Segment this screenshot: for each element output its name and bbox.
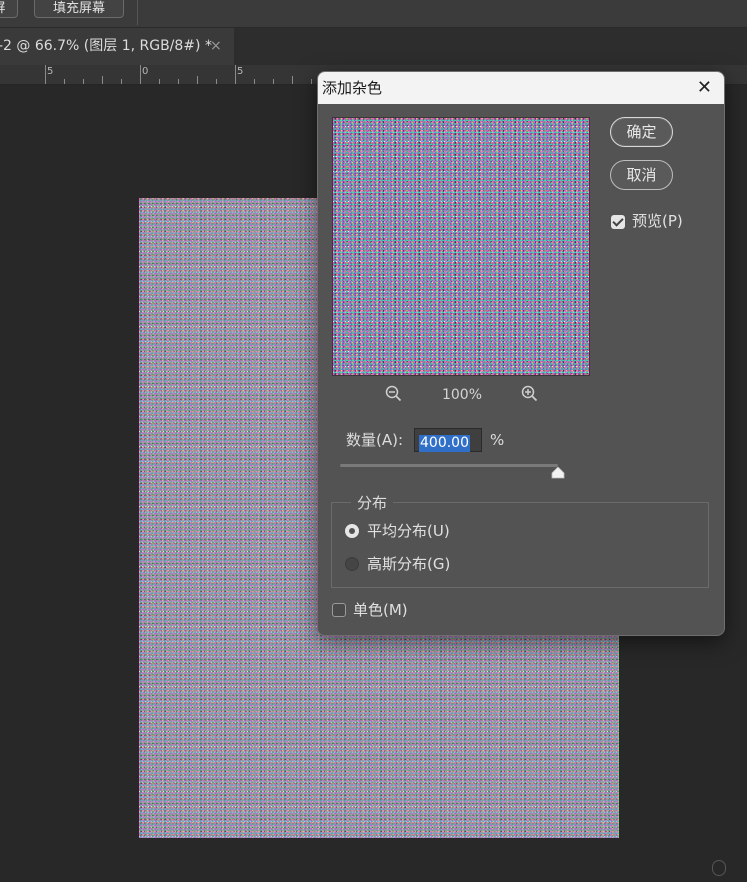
ruler-label: 5	[237, 66, 244, 77]
amount-label: 数量(A):	[346, 431, 404, 449]
ruler-tick	[102, 76, 103, 84]
gaussian-radio-label[interactable]: 高斯分布(G)	[367, 553, 450, 574]
toolbar-button-partial[interactable]: 屏	[0, 0, 18, 18]
monochromatic-checkbox[interactable]	[332, 603, 346, 617]
ruler-tick	[273, 79, 274, 84]
amount-input[interactable]: 400.00	[414, 428, 482, 452]
ruler-tick	[292, 76, 293, 84]
ruler-label: 5	[47, 66, 54, 77]
amount-unit: %	[490, 431, 505, 449]
ruler-tick	[45, 65, 46, 84]
dialog-close-icon[interactable]: ✕	[697, 72, 712, 104]
zoom-level: 100%	[441, 387, 483, 403]
uniform-radio[interactable]	[345, 524, 359, 538]
ruler-tick	[159, 79, 160, 84]
zoom-out-icon[interactable]	[384, 384, 404, 404]
options-bar-divider	[137, 0, 138, 25]
ruler-tick	[140, 65, 141, 84]
preview-zoom-controls: 100%	[332, 382, 590, 408]
dialog-titlebar[interactable]: 添加杂色 ✕	[318, 72, 724, 104]
document-tab-bar: -2 @ 66.7% (图层 1, RGB/8#) * ×	[0, 28, 747, 65]
ruler-tick	[254, 79, 255, 84]
preview-checkbox-label[interactable]: 预览(P)	[632, 210, 683, 231]
watermark-logo: ​	[712, 860, 726, 876]
options-bar: 屏 填充屏幕	[0, 0, 747, 28]
zoom-in-icon[interactable]	[520, 384, 540, 404]
cancel-button[interactable]: 取消	[610, 160, 673, 190]
distribution-legend: 分布	[351, 492, 394, 513]
document-tab-title: -2 @ 66.7% (图层 1, RGB/8#) *	[0, 38, 212, 54]
monochromatic-checkbox-label[interactable]: 单色(M)	[353, 599, 408, 620]
ruler-tick	[64, 79, 65, 84]
add-noise-dialog: 添加杂色 ✕ 100% 确定 取消 预览(P) 数量(A): 400.00 % …	[317, 71, 725, 636]
ruler-tick	[197, 76, 198, 84]
ruler-tick	[235, 65, 236, 84]
ruler-tick	[216, 79, 217, 84]
ruler-tick	[178, 79, 179, 84]
ok-button[interactable]: 确定	[610, 117, 673, 147]
ruler-tick	[83, 79, 84, 84]
gaussian-radio[interactable]	[345, 557, 359, 571]
ruler-tick	[121, 79, 122, 84]
document-tab-close-icon[interactable]: ×	[210, 28, 222, 65]
document-tab[interactable]: -2 @ 66.7% (图层 1, RGB/8#) * ×	[0, 28, 234, 65]
noise-preview-image[interactable]	[332, 117, 590, 376]
preview-checkbox[interactable]	[611, 215, 625, 229]
ruler-tick	[311, 79, 312, 84]
distribution-group	[331, 502, 709, 588]
ruler-label: 0	[142, 66, 149, 77]
amount-slider-thumb[interactable]	[551, 467, 565, 479]
amount-slider-track[interactable]	[340, 464, 558, 467]
uniform-radio-label[interactable]: 平均分布(U)	[367, 520, 450, 541]
dialog-title: 添加杂色	[322, 79, 383, 97]
fill-screen-button[interactable]: 填充屏幕	[34, 0, 124, 18]
amount-input-value: 400.00	[419, 435, 470, 452]
